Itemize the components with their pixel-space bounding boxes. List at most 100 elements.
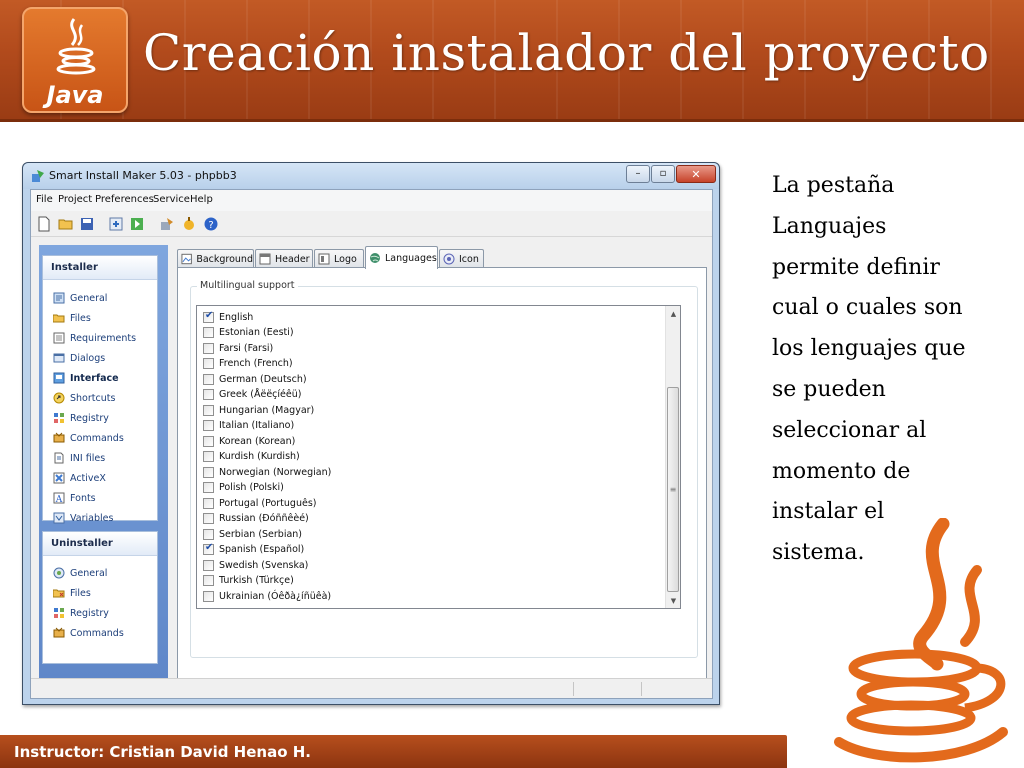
- sidebar-item-files[interactable]: Files: [53, 310, 91, 326]
- uninstaller-heading[interactable]: Uninstaller: [43, 532, 157, 556]
- uninstaller-item-registry[interactable]: Registry: [53, 605, 109, 621]
- language-checkbox[interactable]: [203, 389, 214, 400]
- language-label: Spanish (Español): [219, 544, 305, 555]
- settings-icon[interactable]: [159, 216, 175, 232]
- language-checkbox[interactable]: [203, 559, 214, 571]
- variables-icon: [53, 512, 65, 524]
- sidebar-item-requirements[interactable]: Requirements: [53, 330, 136, 346]
- language-row[interactable]: Hungarian (Magyar): [203, 403, 314, 417]
- open-folder-icon[interactable]: [58, 216, 74, 232]
- java-logo: Java: [22, 7, 128, 113]
- svg-text:A: A: [55, 495, 63, 504]
- language-row[interactable]: Farsi (Farsi): [203, 341, 273, 355]
- app-window: Smart Install Maker 5.03 - phpbb3 – ▫ ✕ …: [22, 162, 720, 705]
- tab-icon[interactable]: Icon: [439, 249, 484, 268]
- tab-languages[interactable]: Languages: [365, 246, 438, 269]
- background-icon: [181, 253, 192, 265]
- wizard-icon[interactable]: [181, 216, 197, 232]
- sidebar-item-fonts[interactable]: A Fonts: [53, 490, 96, 506]
- language-checkbox[interactable]: [203, 327, 214, 338]
- toolbar: ?: [31, 211, 712, 237]
- save-icon[interactable]: [79, 216, 95, 232]
- language-row[interactable]: Italian (Italiano): [203, 419, 294, 433]
- language-checkbox[interactable]: [203, 420, 214, 431]
- sidebar-item-registry[interactable]: Registry: [53, 410, 109, 426]
- build-icon[interactable]: [108, 216, 124, 232]
- sidebar-item-commands[interactable]: Commands: [53, 430, 124, 446]
- language-checkbox[interactable]: [203, 466, 214, 478]
- language-row[interactable]: English: [203, 310, 253, 324]
- tab-header[interactable]: Header: [255, 249, 313, 268]
- window-titlebar[interactable]: Smart Install Maker 5.03 - phpbb3 – ▫ ✕: [23, 163, 719, 189]
- close-button[interactable]: ✕: [676, 165, 716, 183]
- description-line: momento de: [772, 458, 911, 484]
- language-checkbox[interactable]: [203, 451, 214, 462]
- language-row[interactable]: Portugal (Português): [203, 496, 316, 510]
- tab-background[interactable]: Background: [177, 249, 254, 268]
- description-line: Languajes: [772, 213, 887, 239]
- language-checkbox[interactable]: [203, 575, 214, 586]
- language-row[interactable]: Turkish (Türkçe): [203, 574, 294, 588]
- language-row[interactable]: Serbian (Serbian): [203, 527, 302, 541]
- language-row[interactable]: Greek (Åëëçíéêü): [203, 388, 301, 402]
- language-checkbox[interactable]: [203, 528, 214, 540]
- new-file-icon[interactable]: [36, 216, 52, 232]
- sidebar-item-activex[interactable]: ActiveX: [53, 470, 106, 486]
- language-checkbox[interactable]: [203, 435, 214, 447]
- menu-project[interactable]: Project: [58, 194, 92, 205]
- run-icon[interactable]: [129, 216, 145, 232]
- uninstaller-item-files[interactable]: Files: [53, 585, 91, 601]
- sidebar-item-dialogs[interactable]: Dialogs: [53, 350, 105, 366]
- minimize-button[interactable]: –: [626, 165, 650, 183]
- language-row[interactable]: Kurdish (Kurdish): [203, 450, 300, 464]
- language-row[interactable]: Korean (Korean): [203, 434, 295, 448]
- scroll-thumb[interactable]: ≡: [667, 387, 679, 592]
- language-row[interactable]: Polish (Polski): [203, 481, 284, 495]
- language-checkbox[interactable]: [203, 513, 214, 524]
- language-row[interactable]: Estonian (Eesti): [203, 326, 294, 340]
- sidebar-item-variables[interactable]: Variables: [53, 510, 113, 526]
- sidebar-item-shortcuts[interactable]: Shortcuts: [53, 390, 115, 406]
- language-label: Norwegian (Norwegian): [219, 466, 332, 478]
- language-checkbox[interactable]: [203, 482, 214, 493]
- menu-help[interactable]: Help: [190, 194, 213, 205]
- description-line: permite definir: [772, 254, 940, 280]
- description-line: La pestaña: [772, 173, 895, 198]
- language-checkbox[interactable]: [203, 342, 214, 354]
- sidebar-item-ini-files[interactable]: INI files: [53, 450, 105, 466]
- language-row[interactable]: French (French): [203, 357, 293, 371]
- sidebar-item-interface[interactable]: Interface: [53, 370, 119, 386]
- slide-header: Java Creación instalador del proyecto: [0, 0, 1024, 122]
- language-checkbox[interactable]: [203, 497, 214, 509]
- installer-heading[interactable]: Installer: [43, 256, 157, 280]
- language-checkbox[interactable]: [203, 590, 214, 602]
- language-checklist[interactable]: ▲ ≡ ▼ English Estonian (Eesti) Farsi (Fars…: [196, 305, 681, 609]
- uninstaller-item-commands[interactable]: Commands: [53, 625, 124, 641]
- list-scrollbar[interactable]: ▲ ≡ ▼: [665, 306, 680, 608]
- language-label: Ukrainian (Óêðà¿íñüêà): [219, 590, 332, 602]
- language-row[interactable]: German (Deutsch): [203, 372, 307, 386]
- language-checkbox[interactable]: [203, 404, 214, 416]
- maximize-button[interactable]: ▫: [651, 165, 675, 183]
- language-row[interactable]: Ukrainian (Óêðà¿íñüêà): [203, 589, 331, 603]
- language-row[interactable]: Norwegian (Norwegian): [203, 465, 331, 479]
- language-row[interactable]: Russian (Ðóññêèé): [203, 512, 309, 526]
- language-checkbox[interactable]: [203, 373, 214, 385]
- language-row[interactable]: Swedish (Svenska): [203, 558, 308, 572]
- uninstaller-item-general[interactable]: General: [53, 565, 107, 581]
- language-checkbox[interactable]: [203, 310, 214, 323]
- maximize-icon: ▫: [659, 168, 667, 179]
- tab-logo[interactable]: Logo: [314, 249, 364, 268]
- help-icon[interactable]: ?: [203, 216, 219, 232]
- scroll-down-icon[interactable]: ▼: [666, 593, 681, 608]
- interface-icon: [53, 372, 65, 384]
- menu-preferences[interactable]: Preferences: [95, 194, 154, 205]
- menu-file[interactable]: File: [36, 194, 53, 205]
- language-row[interactable]: Spanish (Español): [203, 542, 305, 557]
- language-checkbox[interactable]: [203, 358, 214, 369]
- menu-service[interactable]: Service: [153, 194, 190, 205]
- status-bar: [31, 678, 712, 698]
- scroll-up-icon[interactable]: ▲: [666, 306, 681, 321]
- language-checkbox[interactable]: [203, 542, 214, 555]
- sidebar-item-general[interactable]: General: [53, 290, 107, 306]
